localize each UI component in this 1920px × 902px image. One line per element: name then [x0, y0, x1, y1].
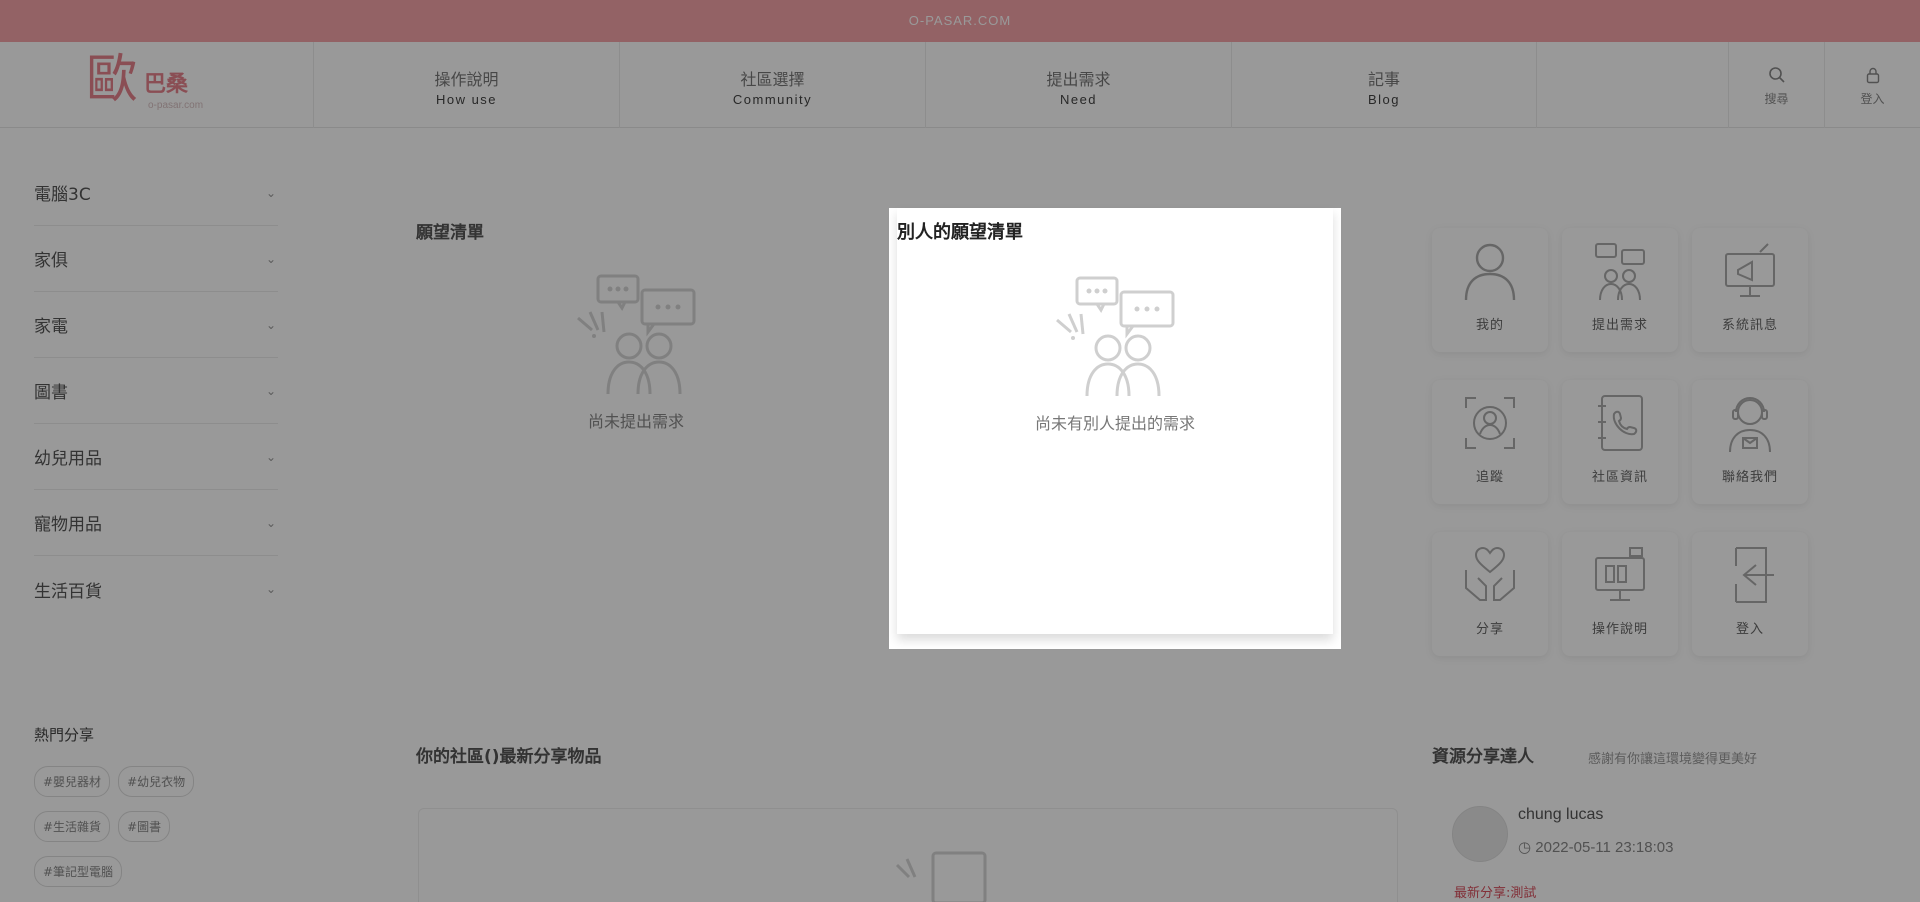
page: O-PASAR.COM 歐 巴桑 o-pasar.com 操作說明 How us… [0, 0, 1920, 902]
modal-empty-text: 尚未有別人提出的需求 [1034, 414, 1195, 433]
modal-title: 別人的願望清單 [897, 222, 1023, 243]
chat-people-icon [1056, 276, 1175, 397]
modal-empty-state: 尚未有別人提出的需求 [889, 274, 1341, 434]
others-wishlist-modal: 別人的願望清單 尚未有別人提出的需求 [889, 208, 1341, 649]
